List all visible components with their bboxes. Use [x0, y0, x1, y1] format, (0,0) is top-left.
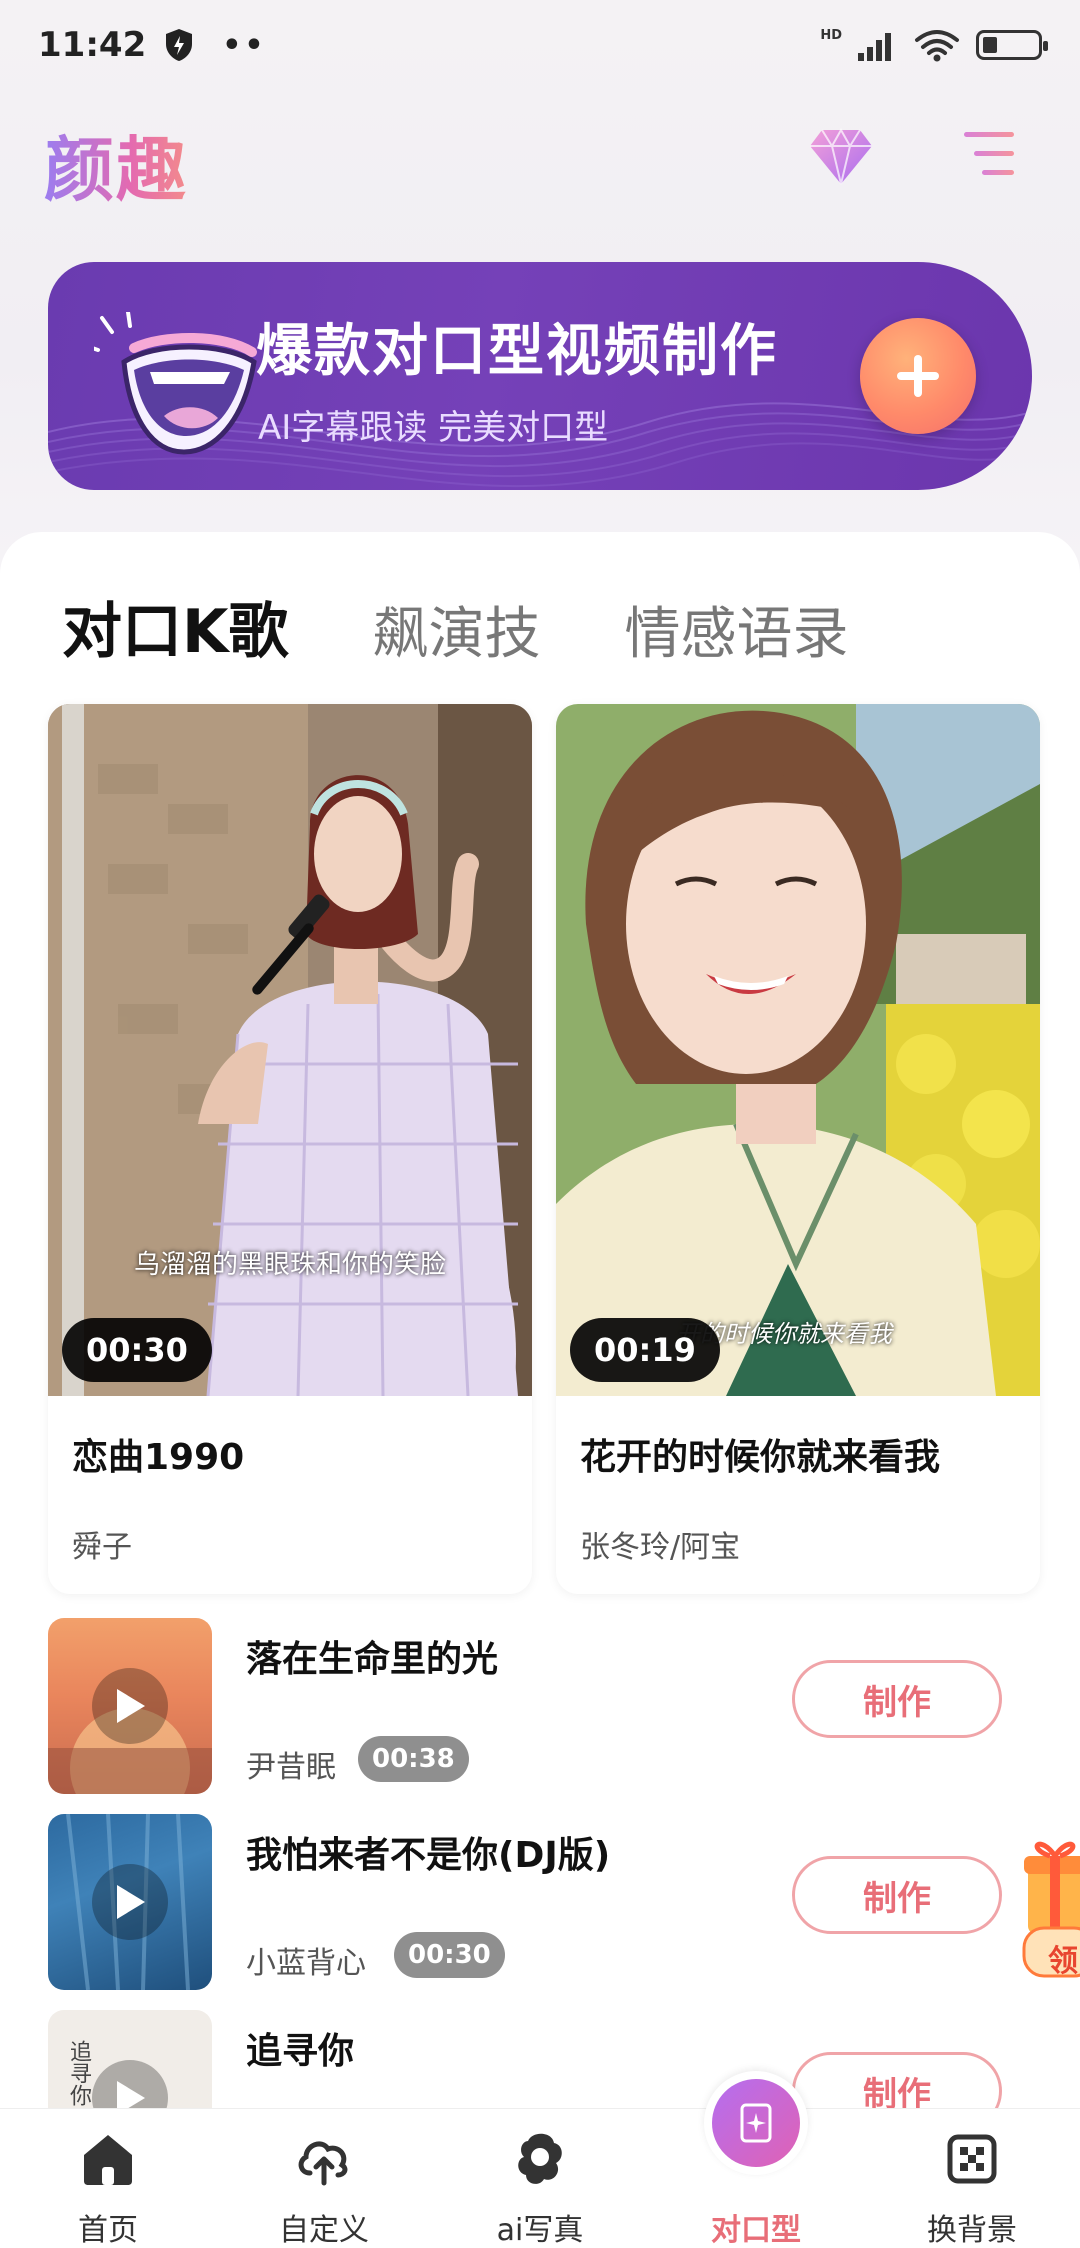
tab-label: 情感语录 — [624, 602, 849, 667]
song-cover — [48, 1814, 212, 1990]
tab-label: 飙演技 — [372, 602, 541, 667]
portrait-icon — [518, 2133, 562, 2184]
song-artist: 舜子 — [72, 1530, 132, 1565]
upload-icon — [298, 2141, 348, 2186]
play-icon — [117, 1689, 145, 1723]
duration-badge: 00:30 — [62, 1318, 212, 1382]
tab-emotional-quotes[interactable]: 情感语录 — [625, 589, 849, 670]
category-tabs: 对口K歌 飙演技 情感语录 — [62, 580, 933, 672]
nav-label: ai写真 — [496, 2213, 584, 2248]
video-thumbnail: 乌溜溜的黑眼珠和你的笑脸 — [48, 704, 532, 1396]
app-header: 颜趣 — [0, 100, 1080, 220]
list-item[interactable]: 落在生命里的光 尹昔眠 00:38 制作 — [0, 1618, 1080, 1794]
nav-label: 对口型 — [711, 2213, 801, 2248]
video-thumbnail: 开的时候你就来看我 — [556, 704, 1040, 1396]
nav-label: 首页 — [78, 2213, 138, 2248]
video-card[interactable]: 开的时候你就来看我 00:19 花开的时候你就来看我 张冬玲/阿宝 — [556, 704, 1040, 1594]
play-icon — [117, 1885, 145, 1919]
wifi-icon — [915, 30, 959, 62]
song-title: 落在生命里的光 — [246, 1639, 499, 1680]
nav-ai-portrait[interactable]: ai写真 — [460, 2109, 620, 2248]
play-button[interactable] — [92, 1668, 168, 1744]
app-logo: 颜趣 — [44, 114, 188, 215]
status-indicators: HD — [820, 27, 1048, 62]
banner-title: 爆款对口型视频制作 — [256, 319, 778, 384]
list-item[interactable]: 我怕来者不是你(DJ版) 小蓝背心 00:30 制作 — [0, 1814, 1080, 1990]
battery-icon — [976, 30, 1048, 60]
plus-icon — [897, 355, 939, 397]
song-artist: 尹昔眠 — [246, 1750, 336, 1785]
singer-illustration — [48, 704, 532, 1396]
diamond-icon[interactable] — [808, 126, 874, 186]
singing-mouth-icon — [94, 312, 257, 455]
cover-text: 追寻你 — [66, 2040, 91, 2106]
nav-background-swap[interactable]: 换背景 — [892, 2109, 1052, 2248]
song-title: 我怕来者不是你(DJ版) — [246, 1835, 611, 1876]
tab-acting[interactable]: 飙演技 — [373, 589, 541, 670]
banner-subtitle: AI字幕跟读 完美对口型 — [258, 408, 609, 448]
duration-badge: 00:38 — [358, 1736, 469, 1782]
nav-label: 换背景 — [927, 2213, 1017, 2248]
status-bar: 11:42 •• HD — [0, 0, 1080, 90]
status-time: 11:42 — [38, 25, 147, 65]
gift-reward-button[interactable]: 领 — [1020, 1830, 1080, 1980]
song-title: 花开的时候你就来看我 — [580, 1437, 941, 1478]
gift-label: 领 — [1048, 1944, 1078, 1979]
background-swap-icon — [947, 2134, 997, 2184]
create-plus-button[interactable] — [860, 318, 976, 434]
play-button[interactable] — [92, 1864, 168, 1940]
lipsync-icon — [740, 2103, 772, 2143]
hd-label: HD — [820, 27, 842, 43]
song-title: 恋曲1990 — [72, 1437, 245, 1478]
nav-custom[interactable]: 自定义 — [244, 2109, 404, 2248]
song-artist: 小蓝背心 — [246, 1946, 366, 1981]
singer-illustration — [556, 704, 1040, 1396]
nav-lipsync[interactable]: 对口型 — [676, 2071, 836, 2248]
lyric-subtitle: 开的时候你就来看我 — [676, 1320, 892, 1348]
notification-dots: •• — [222, 27, 267, 63]
tab-label: 对口K歌 — [62, 597, 289, 667]
nav-label: 自定义 — [279, 2213, 369, 2248]
shield-icon — [166, 29, 193, 61]
menu-icon[interactable] — [960, 128, 1018, 180]
lyric-subtitle: 乌溜溜的黑眼珠和你的笑脸 — [133, 1250, 446, 1280]
duration-badge: 00:30 — [394, 1932, 505, 1978]
bottom-navigation: 首页 自定义 ai写真 对口型 换背景 — [0, 2071, 1080, 2248]
content-panel: 对口K歌 飙演技 情感语录 乌溜溜的黑眼珠和你的笑脸 00:30 恋曲1990 … — [0, 532, 1080, 2186]
make-button[interactable]: 制作 — [792, 1856, 1002, 1934]
make-button[interactable]: 制作 — [792, 1660, 1002, 1738]
video-card[interactable]: 乌溜溜的黑眼珠和你的笑脸 00:30 恋曲1990 舜子 — [48, 704, 532, 1594]
song-artist: 张冬玲/阿宝 — [580, 1530, 741, 1565]
tab-karaoke[interactable]: 对口K歌 — [62, 583, 289, 672]
nav-home[interactable]: 首页 — [28, 2109, 188, 2248]
home-icon — [84, 2135, 132, 2185]
song-title: 追寻你 — [246, 2031, 355, 2072]
duration-badge: 00:19 — [570, 1318, 720, 1382]
lipsync-banner[interactable]: 爆款对口型视频制作 AI字幕跟读 完美对口型 — [48, 262, 1032, 490]
song-cover — [48, 1618, 212, 1794]
signal-icon — [858, 33, 891, 61]
nav-lipsync-bubble — [704, 2071, 808, 2175]
